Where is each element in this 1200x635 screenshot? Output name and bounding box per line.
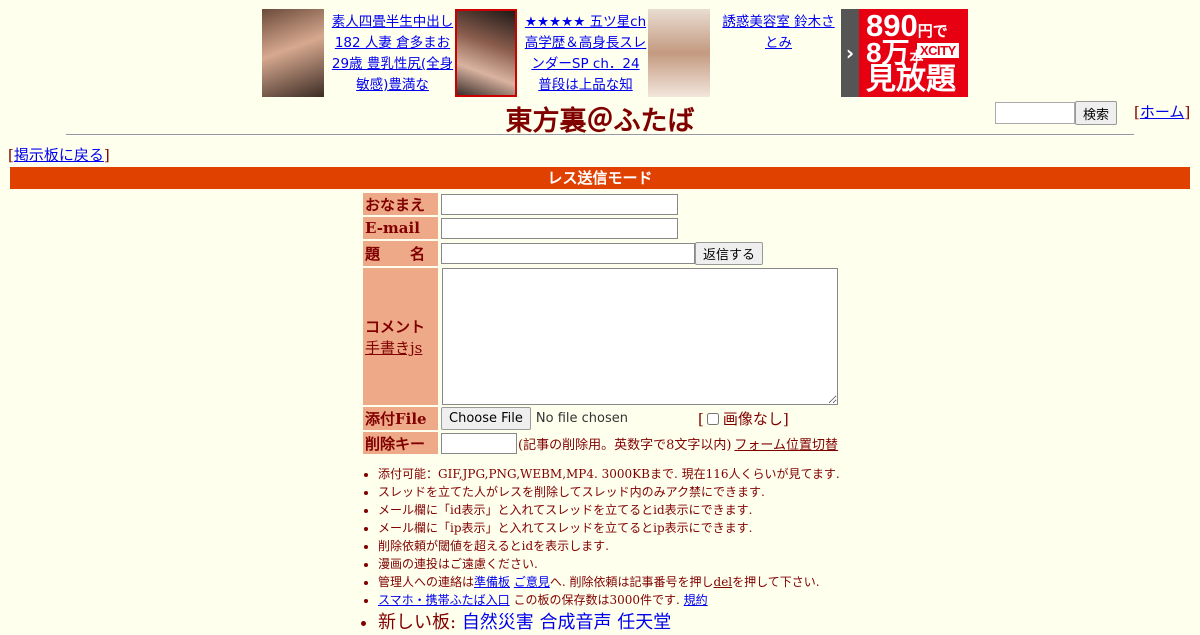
form-position-toggle-link[interactable]: フォーム位置切替 (734, 434, 838, 453)
list-item: 削除依頼が閾値を超えるとidを表示します. (378, 537, 840, 555)
delkey-input[interactable] (441, 432, 517, 454)
comment-textarea[interactable] (442, 268, 838, 405)
post-form: おなまえ E-mail 題 名 返信する コメント 手書きjs 添付File C… (363, 193, 838, 456)
ad-thumbnail-photo[interactable] (648, 9, 710, 97)
ad-thumbnail-photo[interactable] (262, 9, 324, 97)
promo-price-unit: 円で (917, 23, 948, 40)
search-input[interactable] (995, 102, 1075, 124)
ad-link[interactable]: 誘惑美容室 鈴木さとみ (722, 14, 834, 51)
ad-item[interactable]: ★★★★★ 五ツ星ch 高学歴＆高身長スレンダーSP ch．24 普段は上品な知 (455, 9, 648, 97)
ad-thumbnail-photo[interactable] (455, 9, 517, 97)
list-item: 管理人への連絡は準備板 ご意見へ. 削除依頼は記事番号を押しdelを押して下さい… (378, 573, 840, 591)
delkey-row: 削除キー (記事の削除用。英数字で8文字以内) フォーム位置切替 (363, 432, 838, 454)
submit-reply-button[interactable]: 返信する (695, 242, 764, 265)
comment-row: コメント 手書きjs (363, 268, 838, 405)
home-nav: [ホーム] (1134, 103, 1191, 121)
del-link[interactable]: del (714, 575, 733, 589)
handwrite-link[interactable]: 手書きjs (365, 337, 422, 358)
list-item: メール欄に「id表示」と入れてスレッドを立てるとid表示にできます. (378, 501, 840, 519)
promo-tagline: 見放題 (866, 63, 956, 96)
subject-input[interactable] (441, 243, 695, 264)
board-rules-list: 添付可能：GIF,JPG,PNG,WEBM,MP4. 3000KBまで. 現在1… (363, 465, 840, 635)
feedback-link[interactable]: ご意見 (514, 575, 550, 589)
home-link[interactable]: ホーム (1140, 103, 1185, 121)
comment-label: コメント (365, 317, 426, 336)
delkey-note: (記事の削除用。英数字で8文字以内) (518, 437, 732, 453)
ad-link[interactable]: ★★★★★ 五ツ星ch 高学歴＆高身長スレンダーSP ch．24 普段は上品な知 (525, 14, 647, 93)
name-input[interactable] (441, 193, 678, 215)
brand-logo: XCITY (917, 43, 959, 58)
divider (66, 134, 1134, 136)
promo-banner[interactable]: › 890円で 8万本 XCITY 見放題 (841, 9, 968, 97)
search-button[interactable]: 検索 (1075, 101, 1118, 125)
search-form: 検索 (995, 101, 1118, 125)
list-item: スマホ・携帯ふたば入口 この板の保存数は3000件です. 規約 (378, 591, 840, 609)
back-to-board-link[interactable]: 掲示板に戻る (14, 146, 104, 164)
list-item: メール欄に「ip表示」と入れてスレッドを立てるとip表示にできます. (378, 519, 840, 537)
ad-link[interactable]: 素人四畳半生中出し182 人妻 倉多まお 29歳 豊乳性尻(全身敏感)豊満な (332, 14, 454, 93)
email-row: E-mail (363, 217, 838, 239)
ad-item[interactable]: 素人四畳半生中出し182 人妻 倉多まお 29歳 豊乳性尻(全身敏感)豊満な (262, 9, 455, 97)
ad-item[interactable]: 誘惑美容室 鈴木さとみ (648, 9, 841, 97)
name-row: おなまえ (363, 193, 838, 215)
subject-label: 題 名 (363, 241, 438, 266)
email-label: E-mail (363, 217, 438, 239)
back-nav: [掲示板に戻る] (8, 146, 110, 164)
subject-row: 題 名 返信する (363, 241, 838, 266)
promo-content: 890円で 8万本 XCITY 見放題 (859, 9, 968, 97)
no-image-checkbox[interactable] (706, 412, 719, 425)
file-label: 添付File (363, 407, 438, 430)
email-input[interactable] (441, 217, 678, 239)
prep-board-link[interactable]: 準備板 (474, 575, 510, 589)
file-row: 添付File Choose File No file chosen [画像なし] (363, 407, 838, 430)
no-image-label: 画像なし (722, 410, 783, 428)
ad-banner: 素人四畳半生中出し182 人妻 倉多まお 29歳 豊乳性尻(全身敏感)豊満な ★… (262, 9, 968, 97)
mobile-entry-link[interactable]: スマホ・携帯ふたば入口 (378, 593, 510, 607)
list-item: 漫画の連投はご遠慮ください. (378, 555, 840, 573)
terms-link[interactable]: 規約 (684, 593, 708, 607)
delkey-label: 削除キー (363, 432, 438, 454)
file-status: No file chosen (535, 411, 628, 426)
chevron-right-icon: › (841, 9, 859, 97)
choose-file-button[interactable]: Choose File (441, 407, 531, 430)
new-boards-item: 新しい板: 自然災害 合成音声 任天堂 (378, 611, 840, 635)
name-label: おなまえ (363, 193, 438, 215)
list-item: スレッドを立てた人がレスを削除してスレッド内のみアク禁にできます. (378, 483, 840, 501)
list-item: 添付可能：GIF,JPG,PNG,WEBM,MP4. 3000KBまで. 現在1… (378, 465, 840, 483)
no-image-option: [画像なし] (697, 409, 789, 429)
reply-mode-bar: レス送信モード (10, 167, 1190, 189)
